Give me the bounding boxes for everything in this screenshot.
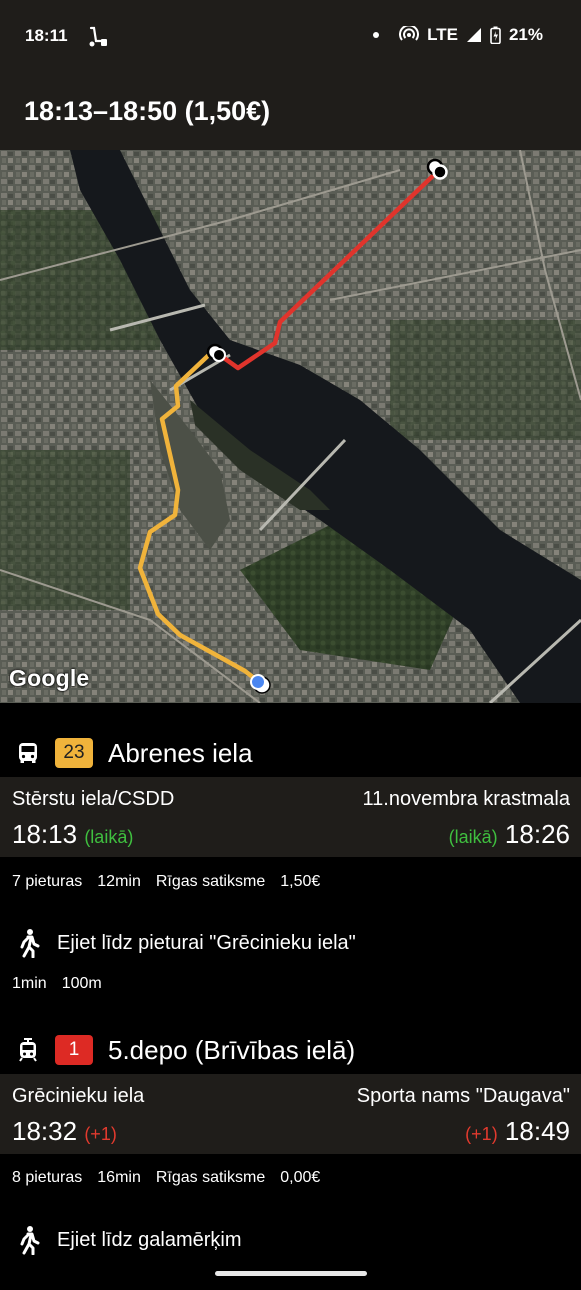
departure-status: (laikā) (84, 827, 134, 847)
leg-duration: 16min (97, 1169, 141, 1186)
status-icons: LTE 21% (373, 25, 543, 45)
current-location-dot (250, 674, 266, 690)
notification-dot-icon (373, 32, 380, 38)
bus-leg-details: 7 pieturas 12min Rīgas satiksme 1,50€ (12, 873, 320, 891)
walk-instruction: Ejiet līdz galamērķim (57, 1228, 242, 1251)
route-number-badge: 1 (55, 1035, 93, 1065)
departure: 18:13 (laikā) (12, 819, 133, 850)
fare: 0,00€ (280, 1169, 321, 1186)
route-destination: Abrenes iela (108, 737, 253, 768)
gesture-nav-handle[interactable] (215, 1271, 367, 1276)
walk-leg-details: 1min 100m (12, 975, 102, 993)
signal-icon (466, 28, 481, 42)
operator: Rīgas satiksme (155, 1169, 266, 1186)
google-logo: Google (9, 665, 90, 691)
route-map[interactable]: Google (0, 150, 581, 703)
scooter-notification-icon (89, 26, 107, 47)
walk-instruction: Ejiet līdz pieturai "Grēcinieku iela" (57, 931, 356, 954)
boarding-stop: Stērstu iela/CSDD (12, 788, 175, 810)
battery-level: 21% (508, 25, 543, 44)
final-walk-leg[interactable]: Ejiet līdz galamērķim (0, 1220, 581, 1260)
arrival: (+1) 18:49 (465, 1116, 570, 1147)
destination-marker-2[interactable] (432, 164, 448, 180)
bus-leg-stops[interactable]: Stērstu iela/CSDD 11.novembra krastmala … (0, 777, 581, 857)
stop-count: 7 pieturas (12, 873, 83, 890)
leg-duration: 12min (97, 873, 141, 890)
arrival-time: 18:26 (504, 819, 570, 849)
trip-summary-title: 18:13–18:50 (1,50€) (24, 96, 271, 126)
departure-delay: (+1) (84, 1124, 117, 1144)
tram-leg-details: 8 pieturas 16min Rīgas satiksme 0,00€ (12, 1169, 320, 1187)
tram-leg-stops[interactable]: Grēcinieku iela Sporta nams "Daugava" 18… (0, 1074, 581, 1154)
route-number-badge: 23 (55, 738, 93, 768)
walk-distance: 100m (61, 975, 102, 992)
arrival-delay: (+1) (465, 1124, 498, 1144)
tram-leg-header[interactable]: 1 5.depo (Brīvības ielā) (0, 1025, 581, 1075)
app-bar: 18:13–18:50 (1,50€) (0, 72, 581, 150)
bus-icon (19, 743, 37, 763)
walking-person-icon (20, 1226, 40, 1255)
bus-leg-header[interactable]: 23 Abrenes iela (0, 728, 581, 778)
route-destination: 5.depo (Brīvības ielā) (108, 1034, 356, 1065)
operator: Rīgas satiksme (155, 873, 266, 890)
walking-person-icon (20, 929, 40, 958)
alighting-stop: 11.novembra krastmala (362, 788, 571, 810)
tram-icon (19, 1038, 37, 1062)
status-time: 18:11 (25, 26, 68, 45)
departure-time: 18:32 (12, 1116, 78, 1146)
walk-leg[interactable]: Ejiet līdz pieturai "Grēcinieku iela" (0, 923, 581, 963)
departure-time: 18:13 (12, 819, 78, 849)
stop-count: 8 pieturas (12, 1169, 83, 1186)
battery-charging-icon (490, 26, 501, 44)
arrival-time: 18:49 (504, 1116, 570, 1146)
walk-duration: 1min (12, 975, 47, 992)
status-bar: 18:11 LTE 21% (0, 0, 581, 72)
boarding-stop: Grēcinieku iela (12, 1085, 145, 1107)
arrival-status: (laikā) (448, 827, 498, 847)
network-type: LTE (427, 25, 458, 44)
hotspot-icon (399, 26, 420, 41)
fare: 1,50€ (280, 873, 321, 890)
arrival: (laikā) 18:26 (449, 819, 570, 850)
transfer-stop-marker-2[interactable] (212, 348, 226, 362)
departure: 18:32 (+1) (12, 1116, 117, 1147)
alighting-stop: Sporta nams "Daugava" (356, 1085, 570, 1107)
satellite-map[interactable] (0, 150, 581, 703)
